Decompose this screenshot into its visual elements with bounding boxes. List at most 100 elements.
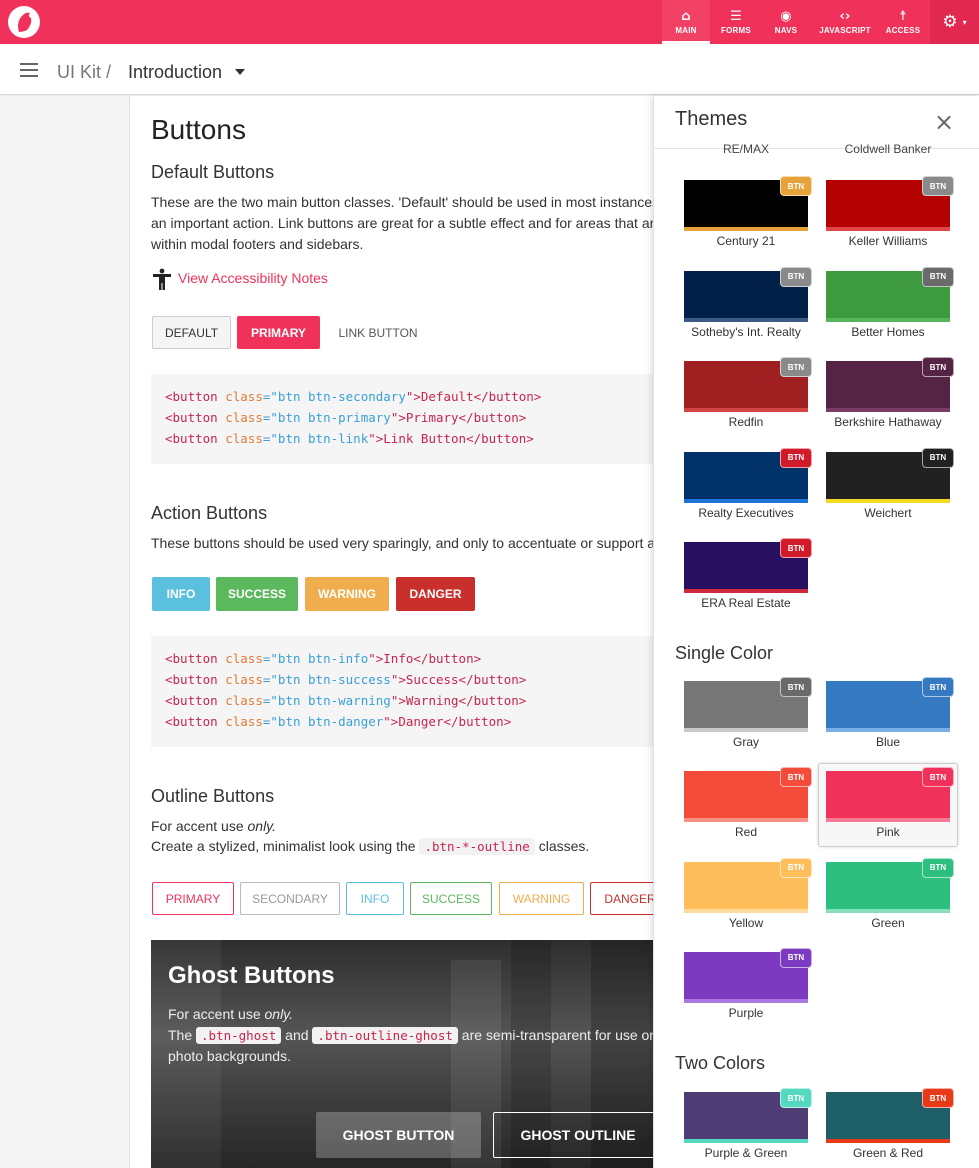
btn-badge: BTN <box>780 447 812 468</box>
swatch-label: Green & Red <box>852 1146 924 1160</box>
theme-swatch-keller-williams[interactable]: BTN Keller Williams <box>826 176 954 252</box>
outline-info-button[interactable]: INFO <box>346 882 404 915</box>
nav-navs-label: NAVS <box>774 25 798 35</box>
breadcrumb-current[interactable]: Introduction <box>128 62 222 83</box>
outline-primary-button[interactable]: PRIMARY <box>152 882 234 915</box>
breadcrumb-caret-icon[interactable] <box>235 69 245 75</box>
code-line: <button class="btn btn-success">Success<… <box>165 672 527 687</box>
swatch-accent-bar <box>826 498 950 503</box>
nav-access[interactable]: ☨ ACCESS <box>880 0 926 44</box>
action-code-block: <button class="btn btn-info">Info</butto… <box>151 636 653 747</box>
outline-secondary-button[interactable]: SECONDARY <box>240 882 340 915</box>
outline-desc-line: Create a stylized, minimalist look using… <box>151 838 590 855</box>
ghost-button[interactable]: GHOST BUTTON <box>316 1112 481 1158</box>
brand-logo[interactable] <box>8 6 40 38</box>
home-icon: ⌂ <box>681 8 691 24</box>
swatch-accent-bar <box>684 498 808 503</box>
outline-warning-button[interactable]: WARNING <box>499 882 584 915</box>
theme-swatch-berkshire-hathaway[interactable]: BTN Berkshire Hathaway <box>826 357 954 433</box>
theme-label-coldwell-banker[interactable]: Coldwell Banker <box>826 142 950 156</box>
action-buttons-heading: Action Buttons <box>151 503 268 523</box>
danger-button[interactable]: DANGER <box>396 577 475 611</box>
swatch-accent-bar <box>684 728 808 732</box>
outline-success-button[interactable]: SUCCESS <box>410 882 492 915</box>
code-icon: ‹› <box>839 8 851 24</box>
ghost-desc-line3: photo backgrounds. <box>168 1048 291 1064</box>
nav-main[interactable]: ⌂ MAIN <box>662 0 710 44</box>
info-button[interactable]: INFO <box>152 577 210 611</box>
theme-swatch-pink[interactable]: BTN Pink <box>826 767 954 843</box>
outline-danger-button[interactable]: DANGER <box>590 882 653 915</box>
accessibility-notes-link[interactable]: View Accessibility Notes <box>178 270 328 286</box>
swatch-label: Berkshire Hathaway <box>834 415 942 429</box>
compass-icon: ◉ <box>780 8 792 24</box>
settings-button[interactable]: ⚙ ▾ <box>930 0 979 44</box>
code-line: <button class="btn btn-secondary">Defaul… <box>165 389 542 404</box>
nav-javascript-label: JAVASCRIPT <box>819 25 871 35</box>
theme-swatch-green[interactable]: BTN Green <box>826 857 954 934</box>
hamburger-menu-icon[interactable] <box>20 63 38 77</box>
swatch-label: Redfin <box>728 415 764 429</box>
warning-button[interactable]: WARNING <box>305 577 389 611</box>
btn-badge: BTN <box>922 677 954 697</box>
swatch-label: Keller Williams <box>848 234 928 248</box>
theme-label-remax[interactable]: RE/MAX <box>684 142 808 156</box>
swatch-accent-bar <box>826 728 950 732</box>
swatch-label: Better Homes <box>851 324 925 339</box>
top-navbar: ⌂ MAIN ☰ FORMS ◉ NAVS ‹› JAVASCRIPT ☨ AC… <box>0 0 979 44</box>
theme-swatch-purple-green[interactable]: BTN Purple & Green <box>684 1088 812 1164</box>
swatch-accent-bar <box>826 317 950 322</box>
ghost-outline-class-code: .btn-outline-ghost <box>312 1027 458 1044</box>
btn-badge: BTN <box>922 447 954 468</box>
theme-swatch-better-homes[interactable]: BTN Better Homes <box>826 266 954 343</box>
swatch-accent-bar <box>826 1139 950 1143</box>
swatch-accent-bar <box>826 227 950 231</box>
default-desc-line3: within modal footers and sidebars. <box>151 236 364 252</box>
theme-swatch-redfin[interactable]: BTN Redfin <box>684 357 812 433</box>
theme-swatch-century-21[interactable]: BTN Century 21 <box>684 176 812 252</box>
swatch-label: Purple <box>728 1005 764 1020</box>
ghost-outline-button[interactable]: GHOST OUTLINE <box>493 1112 653 1158</box>
theme-swatch-sotheby-s-int-realty[interactable]: BTN Sotheby's Int. Realty <box>684 266 812 343</box>
ghost-class-code: .btn-ghost <box>196 1027 282 1044</box>
swatch-label: Red <box>734 825 757 840</box>
btn-badge: BTN <box>922 1088 954 1108</box>
btn-badge: BTN <box>922 857 954 878</box>
btn-badge: BTN <box>780 857 812 878</box>
nav-javascript[interactable]: ‹› JAVASCRIPT <box>812 0 878 44</box>
swatch-label: Gray <box>732 735 759 749</box>
themes-title: Themes <box>675 108 748 130</box>
nav-forms-label: FORMS <box>721 25 751 35</box>
accessibility-icon: ☨ <box>899 8 907 24</box>
success-button[interactable]: SUCCESS <box>216 577 298 611</box>
caret-down-icon: ▾ <box>962 17 967 27</box>
theme-swatch-blue[interactable]: BTN Blue <box>826 677 954 753</box>
link-button[interactable]: LINK BUTTON <box>331 316 425 349</box>
btn-badge: BTN <box>922 357 954 377</box>
breadcrumb-root[interactable]: UI Kit / <box>57 62 111 83</box>
theme-swatch-weichert[interactable]: BTN Weichert <box>826 447 954 524</box>
swatch-accent-bar <box>684 408 808 412</box>
outline-buttons-heading: Outline Buttons <box>151 786 275 806</box>
outline-class-code: .btn-*-outline <box>419 838 535 855</box>
theme-swatch-green-red[interactable]: BTN Green & Red <box>826 1088 954 1164</box>
default-button[interactable]: DEFAULT <box>152 316 231 349</box>
close-icon[interactable]: × <box>934 108 954 136</box>
main-content: Buttons Default Buttons These are the tw… <box>131 96 653 1168</box>
swatch-label: ERA Real Estate <box>701 596 791 610</box>
swatch-label: Yellow <box>728 915 764 930</box>
outline-accent-line: For accent use only. <box>151 818 277 834</box>
swatch-accent-bar <box>684 589 808 593</box>
theme-swatch-era-real-estate[interactable]: BTN ERA Real Estate <box>684 538 812 614</box>
theme-swatch-gray[interactable]: BTN Gray <box>684 677 812 753</box>
ghost-desc-line: The .btn-ghost and .btn-outline-ghost ar… <box>168 1027 653 1044</box>
theme-swatch-purple[interactable]: BTN Purple <box>684 947 812 1024</box>
nav-navs[interactable]: ◉ NAVS <box>762 0 810 44</box>
code-line: <button class="btn btn-warning">Warning<… <box>165 693 527 708</box>
theme-swatch-realty-executives[interactable]: BTN Realty Executives <box>684 447 812 524</box>
primary-button[interactable]: PRIMARY <box>237 316 320 349</box>
swatch-label: Blue <box>875 735 901 749</box>
theme-swatch-yellow[interactable]: BTN Yellow <box>684 857 812 934</box>
theme-swatch-red[interactable]: BTN Red <box>684 767 812 843</box>
nav-forms[interactable]: ☰ FORMS <box>712 0 760 44</box>
